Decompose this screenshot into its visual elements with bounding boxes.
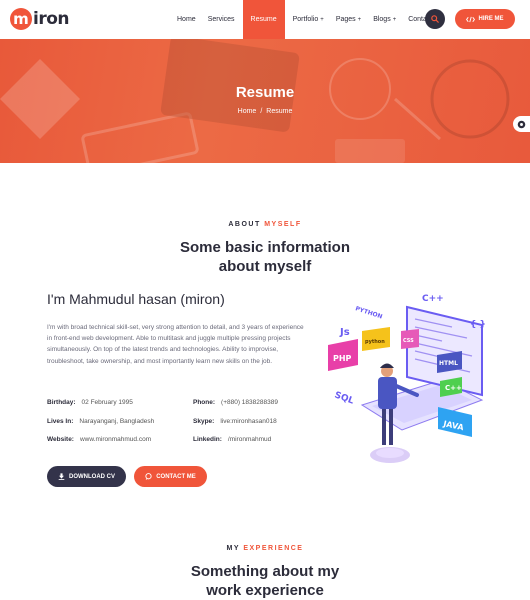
logo[interactable]: m iron [10, 7, 70, 31]
about-label-accent: MYSELF [264, 221, 302, 228]
page-banner [0, 39, 530, 163]
breadcrumb-current: Resume [266, 108, 293, 115]
breadcrumb-home[interactable]: Home [238, 108, 257, 115]
detail-lives-in: Lives In: Narayanganj, Bangladesh [47, 418, 154, 425]
hire-me-label: HIRE ME [478, 16, 504, 22]
detail-label: Phone: [193, 399, 216, 406]
tag-text: C++ [445, 384, 462, 392]
search-button[interactable] [425, 9, 445, 29]
tag-text: SQL [333, 390, 355, 406]
banner-desk-decor [0, 39, 510, 163]
about-section-label: ABOUT MYSELF [0, 221, 530, 228]
plus-icon: + [320, 16, 324, 23]
main-nav: Home Services Resume Portfolio + Pages +… [171, 0, 438, 39]
detail-value: (+880) 1838288389 [221, 399, 278, 406]
download-cv-button[interactable]: DOWNLOAD CV [47, 466, 126, 487]
nav-label: Resume [250, 16, 277, 23]
tag-text: Js [339, 327, 350, 338]
contact-me-button[interactable]: CONTACT ME [134, 466, 207, 487]
plus-icon: + [357, 16, 362, 23]
nav-item-resume[interactable]: Resume [242, 0, 285, 39]
experience-section-title: Something about my work experience [0, 562, 530, 600]
tag-text: C++ [422, 294, 444, 304]
nav-label: Pages [335, 16, 356, 23]
detail-label: Lives In: [47, 418, 74, 425]
nav-item-home[interactable]: Home [171, 0, 202, 39]
detail-phone: Phone: (+880) 1838288389 [193, 399, 278, 406]
tag-text: PYTHON [354, 305, 383, 320]
experience-title-line2: work experience [206, 582, 324, 599]
detail-website: Website: www.mironmahmud.com [47, 436, 151, 443]
tag-text: python [365, 339, 385, 345]
nav-item-portfolio[interactable]: Portfolio + [287, 0, 330, 39]
about-title-line2: about myself [218, 258, 312, 275]
page-title: Resume [235, 84, 295, 101]
profile-name: I'm Mahmudul hasan (miron) [47, 291, 225, 307]
detail-label: Linkedin: [193, 436, 222, 443]
detail-birthday: Birthday: 02 February 1995 [47, 399, 133, 406]
download-icon [58, 473, 65, 480]
download-cv-label: DOWNLOAD CV [69, 473, 115, 480]
search-icon [431, 15, 439, 23]
detail-label: Website: [47, 436, 74, 443]
contact-me-label: CONTACT ME [156, 473, 196, 480]
developer-illustration: C++ PYTHON { } Js PHP python CSS HTML C+… [328, 294, 486, 463]
nav-item-pages[interactable]: Pages + [330, 0, 367, 39]
about-section-title: Some basic information about myself [0, 238, 530, 276]
detail-value[interactable]: /mironmahmud [228, 436, 271, 443]
detail-label: Skype: [193, 418, 215, 425]
detail-skype: Skype: live:mironhasan018 [193, 418, 277, 425]
experience-section-label: MY EXPERIENCE [0, 545, 530, 552]
tag-text: PHP [333, 354, 352, 363]
nav-label: Blogs [373, 16, 391, 23]
nav-label: Portfolio [292, 16, 319, 23]
nav-label: Home [177, 16, 196, 23]
code-icon [466, 16, 476, 22]
plus-icon: + [392, 16, 397, 23]
about-title-line1: Some basic information [179, 239, 351, 256]
hire-me-button[interactable]: HIRE ME [455, 9, 515, 29]
about-label-plain: ABOUT [228, 221, 261, 228]
site-header: m iron Home Services Resume Portfolio + … [0, 0, 530, 39]
chat-icon [145, 473, 152, 480]
detail-linkedin: Linkedin: /mironmahmud [193, 436, 271, 443]
tag-text: CSS [403, 338, 414, 344]
detail-value[interactable]: www.mironmahmud.com [80, 436, 151, 443]
tag-text: { } [470, 320, 486, 330]
profile-bio: I'm with broad technical skill-set, very… [47, 324, 304, 365]
detail-value: Narayanganj, Bangladesh [79, 418, 155, 425]
experience-label-accent: EXPERIENCE [243, 545, 304, 552]
breadcrumb-separator: / [260, 108, 263, 115]
experience-title-line1: Something about my [190, 563, 340, 580]
logo-text: iron [33, 9, 70, 29]
nav-item-services[interactable]: Services [202, 0, 241, 39]
experience-label-plain: MY [226, 545, 240, 552]
gear-icon [517, 120, 526, 128]
nav-item-blogs[interactable]: Blogs + [367, 0, 402, 39]
detail-value: live:mironhasan018 [220, 418, 277, 425]
tag-text: HTML [439, 360, 458, 367]
nav-label: Services [207, 16, 235, 23]
logo-mark: m [10, 8, 32, 30]
settings-toggle[interactable] [513, 116, 530, 132]
breadcrumb: Home / Resume [0, 108, 530, 115]
detail-value: 02 February 1995 [81, 399, 133, 406]
detail-label: Birthday: [47, 399, 76, 406]
